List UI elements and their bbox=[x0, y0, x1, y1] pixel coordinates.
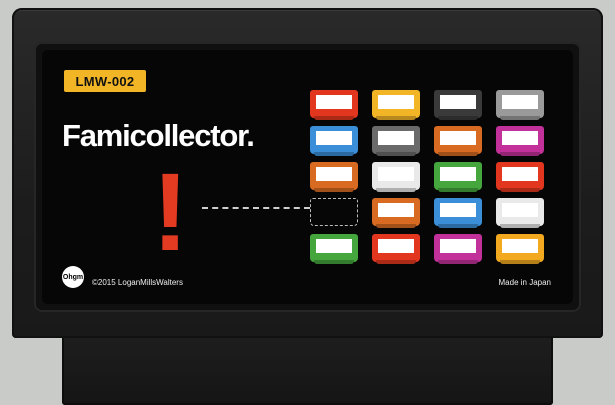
mini-cartridge-foot bbox=[314, 152, 354, 156]
mini-cartridge-icon bbox=[496, 90, 544, 120]
mini-cartridge-foot bbox=[314, 260, 354, 264]
mini-cartridge-icon bbox=[434, 162, 482, 192]
mini-cartridge-window bbox=[316, 239, 352, 253]
mini-cartridge-foot bbox=[376, 152, 416, 156]
mini-cartridge-icon bbox=[496, 198, 544, 228]
mini-cartridge-icon bbox=[310, 90, 358, 120]
mini-cartridge-window bbox=[378, 239, 414, 253]
publisher-logo: Ohgm bbox=[62, 266, 84, 288]
mini-cartridge-window bbox=[440, 131, 476, 145]
mini-cartridge-window bbox=[316, 131, 352, 145]
mini-cartridge-window bbox=[378, 95, 414, 109]
copyright-text: ©2015 LoganMillsWalters bbox=[92, 278, 183, 287]
mini-cartridge-icon bbox=[496, 126, 544, 156]
cartridge-icon-grid bbox=[310, 90, 550, 270]
mini-cartridge-foot bbox=[500, 152, 540, 156]
mini-cartridge-icon bbox=[372, 126, 420, 156]
exclamation-mark: ! bbox=[152, 151, 189, 274]
mini-cartridge-window bbox=[378, 131, 414, 145]
mini-cartridge-icon bbox=[372, 198, 420, 228]
mini-cartridge-foot bbox=[438, 152, 478, 156]
mini-cartridge-window bbox=[378, 203, 414, 217]
empty-cartridge-slot bbox=[310, 198, 358, 226]
mini-cartridge-foot bbox=[438, 260, 478, 264]
mini-cartridge-icon bbox=[310, 162, 358, 192]
mini-cartridge-foot bbox=[500, 224, 540, 228]
mini-cartridge-window bbox=[502, 167, 538, 181]
mini-cartridge-icon bbox=[434, 234, 482, 264]
made-in-text: Made in Japan bbox=[498, 278, 551, 287]
mini-cartridge-foot bbox=[500, 188, 540, 192]
mini-cartridge-icon bbox=[496, 162, 544, 192]
mini-cartridge-window bbox=[502, 95, 538, 109]
mini-cartridge-icon bbox=[496, 234, 544, 264]
mini-cartridge-icon bbox=[372, 162, 420, 192]
mini-cartridge-window bbox=[502, 131, 538, 145]
mini-cartridge-window bbox=[440, 239, 476, 253]
mini-cartridge-icon bbox=[434, 126, 482, 156]
mini-cartridge-window bbox=[440, 203, 476, 217]
mini-cartridge-window bbox=[440, 167, 476, 181]
mini-cartridge-icon bbox=[372, 234, 420, 264]
mini-cartridge-foot bbox=[500, 260, 540, 264]
mini-cartridge-icon bbox=[434, 198, 482, 228]
mini-cartridge-foot bbox=[314, 188, 354, 192]
cartridge-label: LMW-002 Famicollector. ! Ohgm ©2015 Loga… bbox=[42, 50, 573, 304]
product-code-badge: LMW-002 bbox=[64, 70, 146, 92]
mini-cartridge-foot bbox=[376, 188, 416, 192]
mini-cartridge-window bbox=[378, 167, 414, 181]
mini-cartridge-foot bbox=[438, 116, 478, 120]
mini-cartridge-foot bbox=[438, 224, 478, 228]
mini-cartridge-icon bbox=[310, 126, 358, 156]
mini-cartridge-foot bbox=[376, 116, 416, 120]
mini-cartridge-icon bbox=[310, 234, 358, 264]
mini-cartridge-icon bbox=[434, 90, 482, 120]
mini-cartridge-icon bbox=[372, 90, 420, 120]
mini-cartridge-foot bbox=[376, 224, 416, 228]
brand-title: Famicollector. bbox=[62, 118, 255, 153]
mini-cartridge-foot bbox=[314, 116, 354, 120]
dashed-connector-line bbox=[202, 207, 310, 209]
mini-cartridge-window bbox=[316, 167, 352, 181]
mini-cartridge-window bbox=[502, 239, 538, 253]
mini-cartridge-foot bbox=[376, 260, 416, 264]
famicom-cartridge: LMW-002 Famicollector. ! Ohgm ©2015 Loga… bbox=[0, 8, 615, 405]
mini-cartridge-window bbox=[440, 95, 476, 109]
mini-cartridge-foot bbox=[500, 116, 540, 120]
mini-cartridge-foot bbox=[438, 188, 478, 192]
mini-cartridge-window bbox=[502, 203, 538, 217]
mini-cartridge-window bbox=[316, 95, 352, 109]
